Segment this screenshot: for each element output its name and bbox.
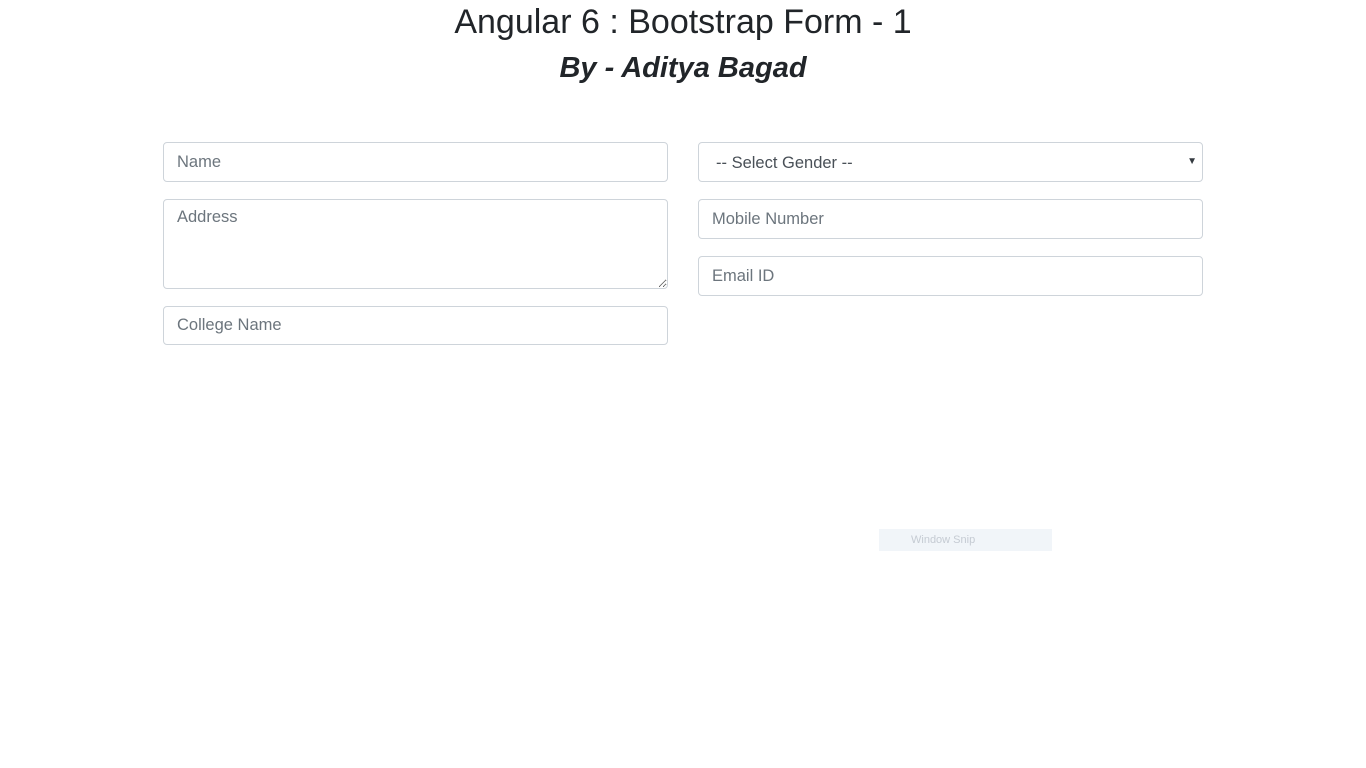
window-snip-label: Window Snip — [911, 534, 976, 546]
email-input[interactable] — [698, 256, 1203, 296]
page-subtitle: By - Aditya Bagad — [559, 52, 807, 84]
gender-select-value: -- Select Gender -- — [716, 154, 853, 172]
address-textarea[interactable] — [163, 199, 668, 289]
name-input[interactable] — [163, 142, 668, 182]
chevron-down-icon: ▼ — [1187, 156, 1197, 167]
gender-select[interactable]: -- Select Gender -- ▼ — [698, 142, 1203, 182]
page: Angular 6 : Bootstrap Form - 1 By - Adit… — [0, 0, 1366, 768]
window-snip-tooltip: Window Snip — [879, 529, 1052, 551]
mobile-number-input[interactable] — [698, 199, 1203, 239]
college-name-input[interactable] — [163, 306, 668, 345]
page-title: Angular 6 : Bootstrap Form - 1 — [454, 3, 912, 41]
